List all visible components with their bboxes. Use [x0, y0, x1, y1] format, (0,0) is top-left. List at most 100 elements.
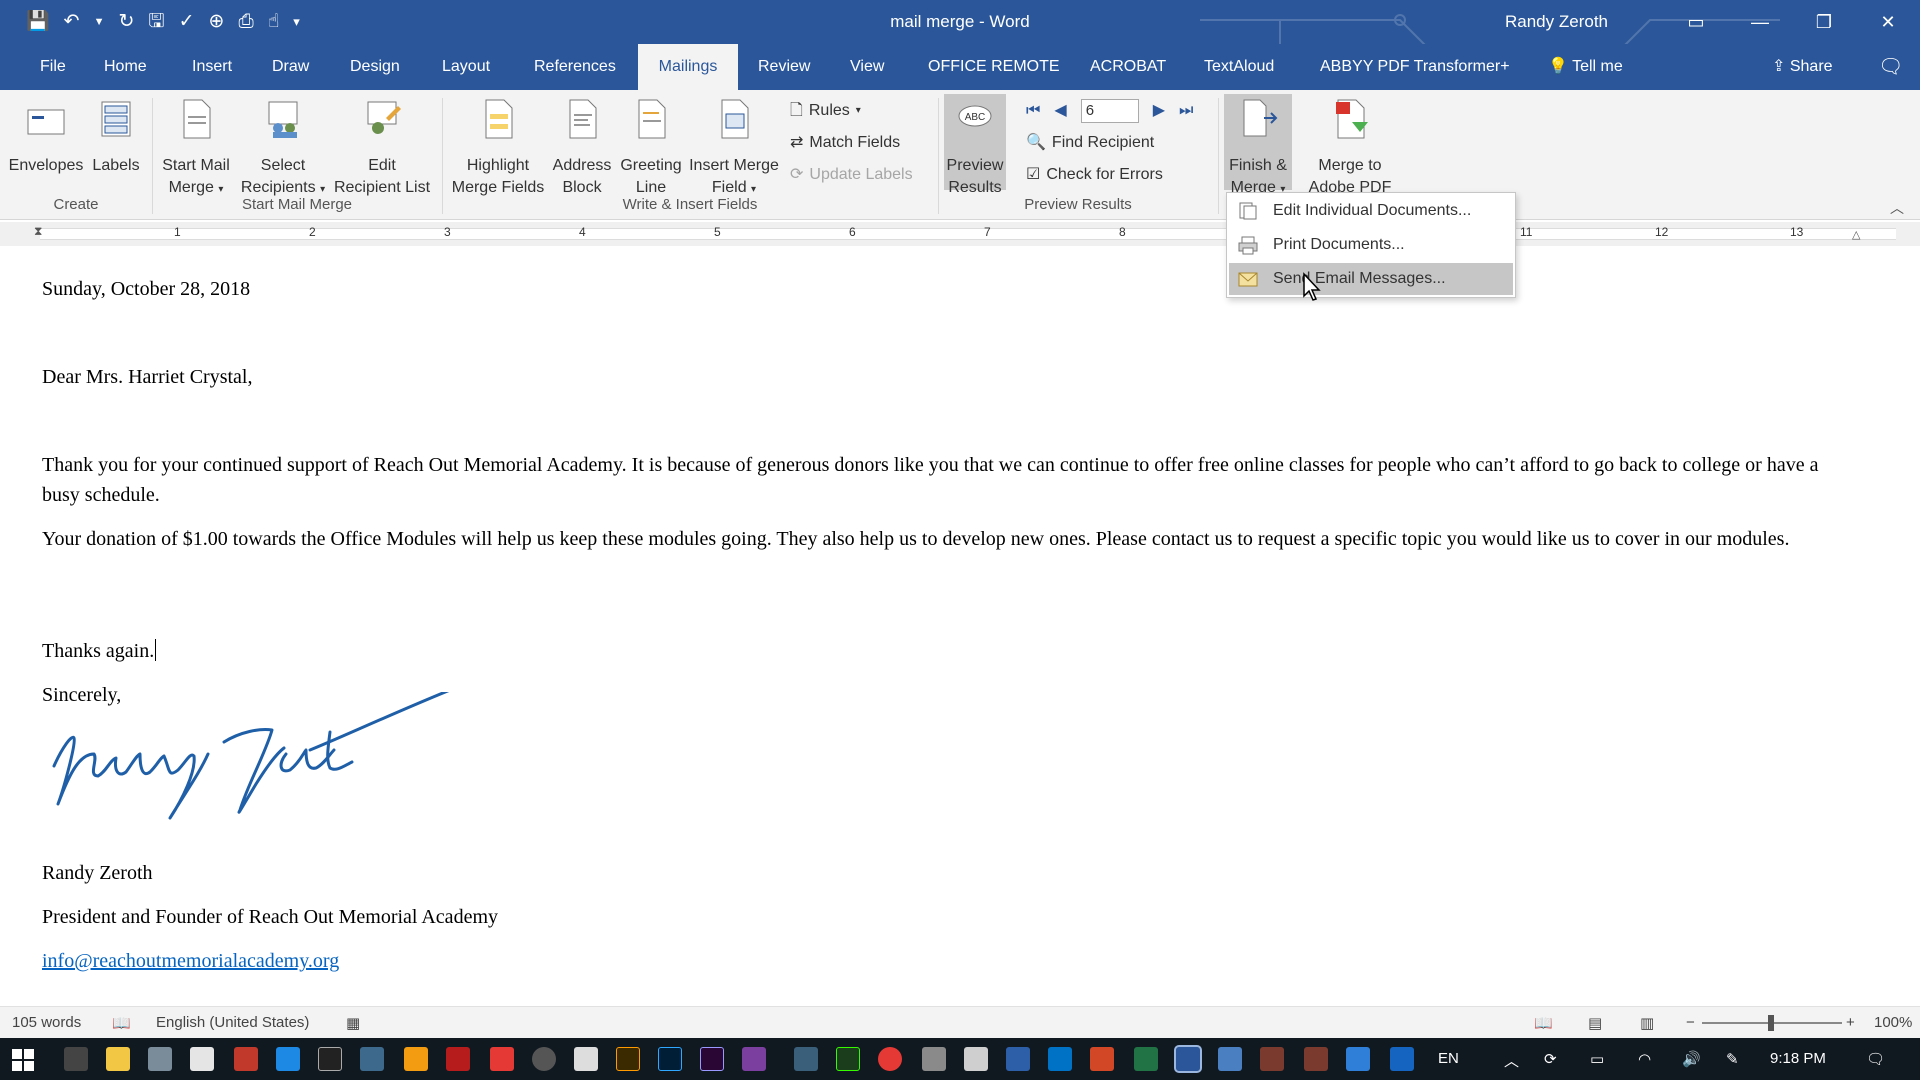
web-layout-icon[interactable]: ▥	[1640, 1014, 1654, 1032]
share-button[interactable]: ⇪ Share	[1772, 44, 1833, 90]
tab-insert[interactable]: Insert	[178, 44, 246, 90]
show-hidden-icons-icon[interactable]: ︿	[1504, 1050, 1519, 1071]
menu-item-edit-individual-documents[interactable]: Edit Individual Documents...	[1229, 195, 1513, 227]
battery-icon[interactable]: ▭	[1590, 1050, 1604, 1068]
app-red-circle-icon[interactable]	[878, 1047, 902, 1071]
insert-merge-field-button[interactable]: Insert Merge Field ▾	[686, 98, 782, 201]
wifi-icon[interactable]: ◠	[1638, 1050, 1651, 1068]
macro-record-icon[interactable]: ▦	[346, 1014, 360, 1032]
word-icon[interactable]	[1174, 1045, 1202, 1073]
indent-marker-icon[interactable]: ⧗	[34, 224, 42, 239]
minimize-icon[interactable]: —	[1728, 0, 1792, 44]
tab-home[interactable]: Home	[90, 44, 161, 90]
app-blue-2-icon[interactable]	[1346, 1047, 1370, 1071]
input-language[interactable]: EN	[1438, 1050, 1459, 1067]
volume-icon[interactable]: 🔊	[1682, 1050, 1701, 1068]
vlc-icon[interactable]	[404, 1047, 428, 1071]
envelopes-button[interactable]: Envelopes	[6, 98, 86, 177]
tab-view[interactable]: View	[836, 44, 898, 90]
app-tools-icon[interactable]	[964, 1047, 988, 1071]
tab-layout[interactable]: Layout	[428, 44, 504, 90]
app-doc-icon[interactable]	[1218, 1047, 1242, 1071]
illustrator-icon[interactable]	[616, 1047, 640, 1071]
tab-textaloud[interactable]: TextAloud	[1190, 44, 1288, 90]
finish-and-merge-button[interactable]: Finish & Merge ▾	[1224, 94, 1292, 196]
tab-review[interactable]: Review	[744, 44, 824, 90]
start-mail-merge-button[interactable]: Start Mail Merge ▾	[158, 98, 234, 201]
zoom-out-icon[interactable]: −	[1686, 1014, 1695, 1031]
outlook-icon[interactable]	[1048, 1047, 1072, 1071]
tab-abbyy-pdf[interactable]: ABBYY PDF Transformer+	[1306, 44, 1524, 90]
close-icon[interactable]: ✕	[1856, 0, 1920, 44]
app-gray-icon[interactable]	[922, 1047, 946, 1071]
check-for-errors-button[interactable]: ☑ Check for Errors	[1026, 162, 1163, 188]
select-recipients-button[interactable]: Select Recipients ▾	[236, 98, 330, 201]
merge-to-adobe-pdf-button[interactable]: Merge to Adobe PDF	[1300, 98, 1400, 199]
edge-browser-icon[interactable]	[276, 1047, 300, 1071]
acrobat-icon[interactable]	[446, 1047, 470, 1071]
action-center-icon[interactable]: 🗨	[1866, 1050, 1885, 1068]
menu-item-print-documents[interactable]: Print Documents...	[1229, 229, 1513, 261]
app-purple-icon[interactable]	[742, 1047, 766, 1071]
zoom-slider-thumb[interactable]	[1768, 1015, 1774, 1031]
pen-icon[interactable]: ✎	[1726, 1050, 1739, 1068]
tab-mailings[interactable]: Mailings	[638, 44, 738, 90]
settings-icon[interactable]	[64, 1047, 88, 1071]
app-circle-icon[interactable]	[532, 1047, 556, 1071]
preview-results-button[interactable]: ABC Preview Results	[944, 94, 1006, 196]
premiere-icon[interactable]	[700, 1047, 724, 1071]
right-indent-marker-icon[interactable]: △	[1852, 228, 1860, 241]
tell-me-search[interactable]: 💡 Tell me	[1548, 44, 1623, 90]
address-block-button[interactable]: Address Block	[548, 98, 616, 199]
tab-references[interactable]: References	[520, 44, 630, 90]
edit-recipient-list-button[interactable]: Edit Recipient List	[330, 98, 434, 199]
read-mode-icon[interactable]: 📖	[1534, 1014, 1553, 1032]
tab-draw[interactable]: Draw	[258, 44, 323, 90]
file-explorer-icon[interactable]	[106, 1047, 130, 1071]
tab-acrobat[interactable]: ACROBAT	[1076, 44, 1180, 90]
language-indicator[interactable]: English (United States)	[156, 1014, 309, 1031]
email-link[interactable]: info@reachoutmemorialacademy.org	[42, 950, 339, 972]
ribbon-display-options-icon[interactable]: ▭	[1664, 0, 1728, 44]
app-w-icon[interactable]	[1390, 1047, 1414, 1071]
photoshop-icon[interactable]	[658, 1047, 682, 1071]
app-lips-icon[interactable]	[490, 1047, 514, 1071]
first-record-icon[interactable]: ⏮	[1026, 98, 1040, 124]
last-record-icon[interactable]: ⏭	[1179, 98, 1193, 124]
record-number-input[interactable]: 6	[1080, 99, 1139, 123]
zoom-in-icon[interactable]: +	[1846, 1014, 1855, 1031]
calculator-icon[interactable]	[190, 1047, 214, 1071]
print-layout-icon[interactable]: ▤	[1588, 1014, 1602, 1032]
menu-item-send-email-messages[interactable]: Send Email Messages...	[1229, 263, 1513, 295]
greeting-line-button[interactable]: Greeting Line	[616, 98, 686, 199]
user-name[interactable]: Randy Zeroth	[1505, 12, 1608, 32]
dreamweaver-icon[interactable]	[836, 1047, 860, 1071]
rules-button[interactable]: 🗋 Rules ▾	[790, 98, 861, 124]
update-labels-button[interactable]: ⟳ Update Labels	[790, 162, 913, 188]
notepad-icon[interactable]	[574, 1047, 598, 1071]
restore-icon[interactable]: ❐	[1792, 0, 1856, 44]
zoom-level[interactable]: 100%	[1874, 1014, 1912, 1031]
media-icon[interactable]	[318, 1047, 342, 1071]
find-recipient-button[interactable]: 🔍 Find Recipient	[1026, 130, 1154, 156]
tab-design[interactable]: Design	[336, 44, 414, 90]
powerpoint-icon[interactable]	[1090, 1047, 1114, 1071]
sync-icon[interactable]: ⟳	[1544, 1050, 1557, 1068]
previous-record-icon[interactable]: ◀	[1054, 98, 1066, 124]
app-film-icon[interactable]	[794, 1047, 818, 1071]
match-fields-button[interactable]: ⇄ Match Fields	[790, 130, 900, 156]
next-record-icon[interactable]: ▶	[1153, 98, 1165, 124]
zoom-slider[interactable]	[1702, 1015, 1842, 1031]
windows-start-icon[interactable]	[12, 1049, 34, 1071]
tab-office-remote[interactable]: OFFICE REMOTE	[914, 44, 1074, 90]
excel-icon[interactable]	[1134, 1047, 1158, 1071]
highlight-merge-fields-button[interactable]: Highlight Merge Fields	[448, 98, 548, 199]
photos-icon[interactable]	[360, 1047, 384, 1071]
app-tools-red-icon[interactable]	[1260, 1047, 1284, 1071]
app-tools-red-2-icon[interactable]	[1304, 1047, 1328, 1071]
tab-file[interactable]: File	[26, 44, 80, 90]
document-page[interactable]: Sunday, October 28, 2018 Dear Mrs. Harri…	[0, 246, 1920, 1006]
computer-icon[interactable]	[148, 1047, 172, 1071]
comments-icon[interactable]: 🗨	[1878, 44, 1903, 90]
labels-button[interactable]: Labels	[86, 98, 146, 177]
